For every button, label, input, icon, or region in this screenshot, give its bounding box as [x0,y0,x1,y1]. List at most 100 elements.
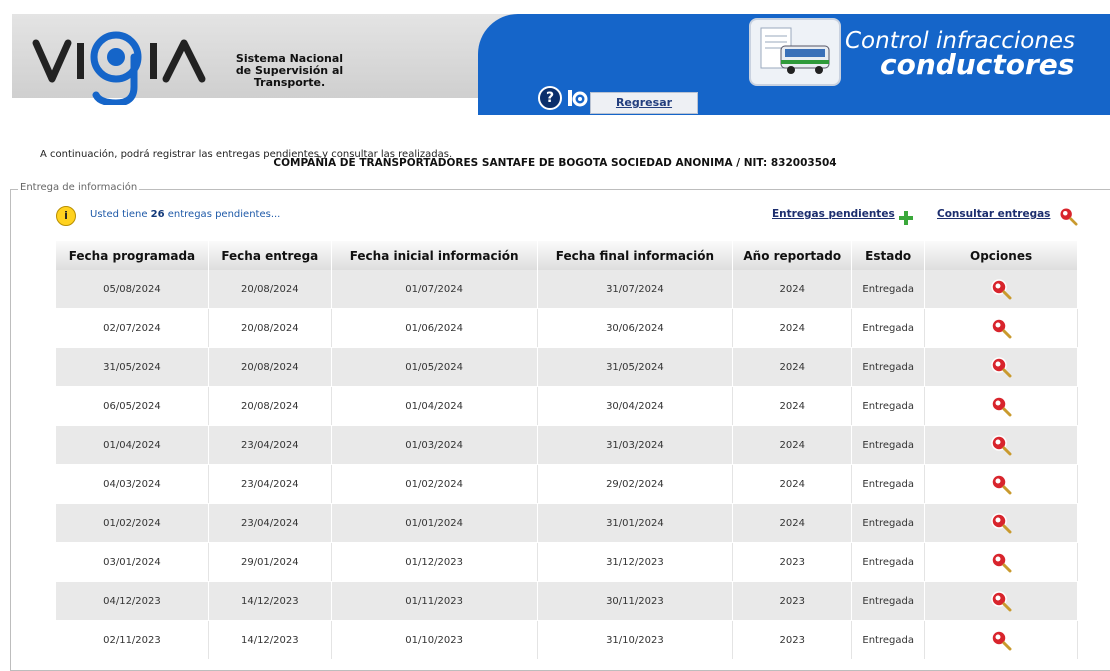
table-cell: 01/10/2023 [331,620,538,660]
table-cell: 2024 [732,386,853,426]
table-cell: 23/04/2024 [208,425,332,465]
table-cell: Entregada [851,308,926,348]
table-cell: 2023 [732,620,853,660]
fieldset-legend: Entrega de información [18,182,140,193]
view-delivery-icon[interactable] [990,278,1012,300]
table-cell: 01/12/2023 [331,542,538,582]
pending-prefix: Usted tiene [90,209,151,220]
info-icon: i [56,206,76,226]
col-header: Fecha entrega [208,241,332,270]
table-cell: Entregada [851,542,926,582]
table-cell: 23/04/2024 [208,464,332,504]
options-cell [924,270,1078,309]
table-cell: 01/06/2024 [331,308,538,348]
module-title-line2: conductores [880,48,1075,81]
table-header-row: Fecha programada Fecha entrega Fecha ini… [56,241,1078,270]
table-cell: 2024 [732,308,853,348]
plus-icon[interactable] [898,210,914,226]
table-cell: Entregada [851,425,926,465]
table-cell: 31/05/2024 [537,347,734,387]
table-body: 05/08/2024 20/08/2024 01/07/2024 31/07/2024… [56,270,1078,660]
table-cell: 30/04/2024 [537,386,734,426]
view-delivery-icon[interactable] [990,590,1012,612]
pending-notice: Usted tiene 26 entregas pendientes... [90,209,280,220]
table-cell: 05/08/2024 [56,270,209,309]
table-cell: 2024 [732,347,853,387]
table-row: 05/08/2024 20/08/2024 01/07/2024 31/07/2024… [56,270,1078,309]
options-cell [924,503,1078,543]
options-cell [924,347,1078,387]
col-header: Fecha programada [56,241,209,270]
table-cell: 2024 [732,503,853,543]
table-cell: 01/02/2024 [331,464,538,504]
table-cell: 31/05/2024 [56,347,209,387]
table-row: 31/05/2024 20/08/2024 01/05/2024 31/05/2024… [56,347,1078,387]
consult-deliveries-link[interactable]: Consultar entregas [937,208,1050,220]
view-delivery-icon[interactable] [990,395,1012,417]
options-cell [924,581,1078,621]
options-cell [924,308,1078,348]
options-cell [924,620,1078,660]
table-cell: 02/07/2024 [56,308,209,348]
back-button[interactable]: Regresar [590,92,698,114]
table-cell: 23/04/2024 [208,503,332,543]
col-header: Fecha inicial información [331,241,538,270]
table-cell: 20/08/2024 [208,308,332,348]
table-cell: 31/12/2023 [537,542,734,582]
table-cell: 31/03/2024 [537,425,734,465]
table-cell: 01/07/2024 [331,270,538,309]
view-delivery-icon[interactable] [990,473,1012,495]
table-row: 02/11/2023 14/12/2023 01/10/2023 31/10/2023… [56,620,1078,660]
table-cell: 01/03/2024 [331,425,538,465]
bus-icon [749,18,841,86]
deliveries-table: Fecha programada Fecha entrega Fecha ini… [56,241,1078,660]
col-header: Estado [851,241,926,270]
table-row: 02/07/2024 20/08/2024 01/06/2024 30/06/2024… [56,308,1078,348]
table-cell: 14/12/2023 [208,620,332,660]
table-cell: 04/12/2023 [56,581,209,621]
table-cell: 31/01/2024 [537,503,734,543]
col-header: Año reportado [732,241,853,270]
table-cell: 03/01/2024 [56,542,209,582]
table-row: 01/04/2024 23/04/2024 01/03/2024 31/03/2024… [56,425,1078,465]
pending-count: 26 [150,209,165,220]
table-cell: 01/01/2024 [331,503,538,543]
table-cell: 30/11/2023 [537,581,734,621]
options-cell [924,386,1078,426]
table-cell: 2024 [732,464,853,504]
pending-suffix: entregas pendientes... [164,209,281,220]
view-delivery-icon[interactable] [990,512,1012,534]
table-row: 01/02/2024 23/04/2024 01/01/2024 31/01/2024… [56,503,1078,543]
table-cell: 2023 [732,581,853,621]
table-cell: Entregada [851,347,926,387]
table-cell: Entregada [851,503,926,543]
options-cell [924,464,1078,504]
table-cell: 20/08/2024 [208,347,332,387]
search-icon[interactable] [1058,206,1078,226]
pending-deliveries-link[interactable]: Entregas pendientes [772,208,895,220]
view-delivery-icon[interactable] [990,356,1012,378]
table-row: 03/01/2024 29/01/2024 01/12/2023 31/12/2023… [56,542,1078,582]
table-cell: 01/02/2024 [56,503,209,543]
table-cell: Entregada [851,464,926,504]
view-delivery-icon[interactable] [990,317,1012,339]
page-header: Sistema Nacional de Supervisión al Trans… [0,0,1110,115]
table-cell: 2023 [732,542,853,582]
help-icon[interactable]: ? [538,86,562,110]
company-name: COMPAÑIA DE TRANSPORTADORES SANTAFE DE B… [273,157,837,169]
options-cell [924,425,1078,465]
vigia-logo [32,31,206,105]
table-cell: 30/06/2024 [537,308,734,348]
view-delivery-icon[interactable] [990,551,1012,573]
table-cell: 06/05/2024 [56,386,209,426]
view-delivery-icon[interactable] [990,434,1012,456]
table-cell: 01/04/2024 [56,425,209,465]
table-cell: Entregada [851,270,926,309]
table-cell: 04/03/2024 [56,464,209,504]
table-cell: Entregada [851,581,926,621]
table-cell: 2024 [732,270,853,309]
table-cell: 2024 [732,425,853,465]
view-delivery-icon[interactable] [990,629,1012,651]
home-icon[interactable] [566,86,588,108]
table-row: 06/05/2024 20/08/2024 01/04/2024 30/04/2024… [56,386,1078,426]
